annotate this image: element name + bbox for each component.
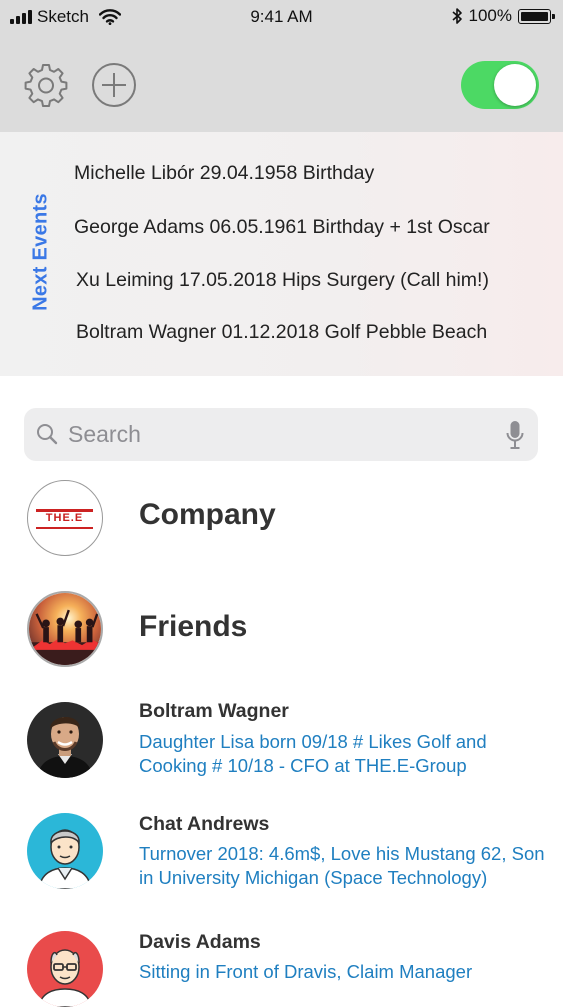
toggle-knob [494,64,536,106]
gear-icon[interactable] [23,62,69,108]
event-item[interactable]: Boltram Wagner 01.12.2018 Golf Pebble Be… [76,321,526,344]
group-name: Company [139,498,276,531]
search-bar [24,408,538,461]
event-item[interactable]: George Adams 06.05.1961 Birthday + 1st O… [74,216,514,239]
toolbar [0,34,563,132]
group-name: Friends [139,610,248,643]
status-right: 100% [451,6,555,26]
friends-photo [27,591,103,667]
group-friends[interactable]: Friends [0,590,563,670]
status-bar: Sketch 9:41 AM 100% [0,0,563,34]
bluetooth-icon [451,8,462,24]
group-company[interactable]: THE.E Company [0,480,563,560]
microphone-icon[interactable] [506,420,524,450]
company-logo-text: THE.E [45,512,84,524]
search-input[interactable] [68,416,478,452]
contact-row[interactable]: Boltram Wagner Daughter Lisa born 09/18 … [0,700,563,790]
contact-row[interactable]: Davis Adams Sitting in Front of Dravis, … [0,931,563,1007]
contact-name: Boltram Wagner [139,700,289,722]
contact-row[interactable]: Chat Andrews Turnover 2018: 4.6m$, Love … [0,813,563,903]
contact-avatar [27,813,103,889]
add-circle-icon[interactable] [91,62,137,108]
battery-icon [518,8,555,24]
contact-name: Chat Andrews [139,813,270,835]
battery-percent: 100% [468,6,512,25]
event-item[interactable]: Michelle Libór 29.04.1958 Birthday [74,162,524,185]
contact-note: Daughter Lisa born 09/18 # Likes Golf an… [139,731,487,776]
search-icon [37,424,58,445]
contact-avatar [27,702,103,778]
contact-note: Sitting in Front of Dravis, Claim Manage… [139,961,473,982]
contact-avatar [27,931,103,1007]
contact-name: Davis Adams [139,931,261,953]
event-item[interactable]: Xu Leiming 17.05.2018 Hips Surgery (Call… [76,269,526,292]
toggle-switch[interactable] [461,61,539,109]
company-logo: THE.E [27,480,103,556]
next-events-label: Next Events [29,193,52,311]
contact-note: Turnover 2018: 4.6m$, Love his Mustang 6… [139,843,545,888]
